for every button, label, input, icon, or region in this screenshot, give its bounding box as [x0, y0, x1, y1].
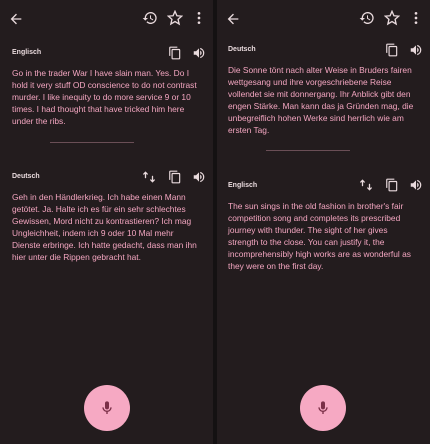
target-actions	[359, 178, 425, 194]
target-text[interactable]: Geh in den Händlerkrieg. Ich habe einen …	[12, 192, 201, 263]
mic-button[interactable]	[300, 385, 346, 431]
right-translation-panel: Deutsch Die Sonne tönt nach alter Weise …	[217, 0, 430, 444]
source-language-label: Englisch	[12, 49, 42, 56]
history-icon[interactable]	[142, 10, 158, 26]
target-language-label: Deutsch	[12, 173, 40, 180]
source-actions	[385, 43, 425, 59]
speaker-icon[interactable]	[192, 170, 206, 184]
top-app-bar	[217, 0, 430, 38]
copy-icon[interactable]	[168, 46, 182, 60]
back-arrow-icon[interactable]	[225, 11, 241, 27]
source-text[interactable]: Go in the trader War I have slain man. Y…	[12, 68, 201, 128]
speaker-icon[interactable]	[409, 43, 423, 57]
copy-icon[interactable]	[168, 170, 182, 184]
copy-icon[interactable]	[385, 43, 399, 57]
source-language-label: Deutsch	[228, 46, 256, 53]
speaker-icon[interactable]	[409, 178, 423, 192]
top-app-bar	[0, 0, 213, 38]
target-language-label: Englisch	[228, 182, 258, 189]
section-divider	[50, 142, 134, 143]
copy-icon[interactable]	[385, 178, 399, 192]
mic-button[interactable]	[84, 385, 130, 431]
history-icon[interactable]	[359, 10, 375, 26]
star-icon[interactable]	[384, 10, 400, 26]
left-translation-panel: Englisch Go in the trader War I have sla…	[0, 0, 213, 444]
mic-icon	[102, 401, 112, 414]
star-icon[interactable]	[167, 10, 183, 26]
section-divider	[266, 150, 350, 151]
speaker-icon[interactable]	[192, 46, 206, 60]
swap-icon[interactable]	[359, 178, 373, 192]
target-actions	[142, 170, 208, 186]
swap-icon[interactable]	[142, 170, 156, 184]
mic-icon	[318, 401, 328, 414]
more-vert-icon[interactable]	[408, 10, 424, 26]
more-vert-icon[interactable]	[191, 10, 207, 26]
target-text[interactable]: The sun sings in the old fashion in brot…	[228, 201, 418, 272]
source-actions	[168, 46, 208, 62]
source-text[interactable]: Die Sonne tönt nach alter Weise in Brude…	[228, 65, 418, 136]
back-arrow-icon[interactable]	[8, 11, 24, 27]
